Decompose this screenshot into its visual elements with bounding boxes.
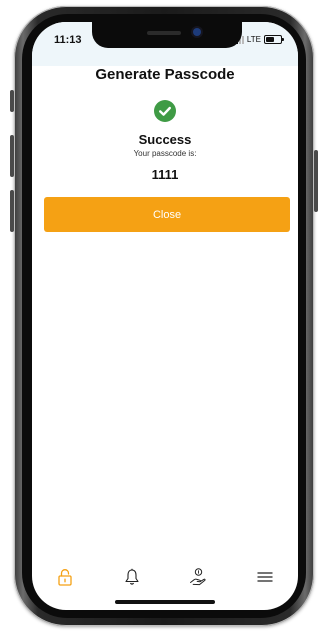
home-indicator[interactable] xyxy=(115,600,215,604)
tab-lock[interactable] xyxy=(50,564,80,590)
front-camera xyxy=(193,28,201,36)
page-title: Generate Passcode xyxy=(95,66,235,83)
status-time: 11:13 xyxy=(54,34,82,46)
passcode-label: Your passcode is: xyxy=(133,149,197,158)
mute-switch xyxy=(10,90,14,112)
battery-icon xyxy=(264,35,284,44)
notch xyxy=(92,22,242,48)
menu-icon xyxy=(257,572,273,582)
battery-level xyxy=(266,37,274,42)
tab-payments[interactable] xyxy=(183,564,213,590)
passcode-value: 1111 xyxy=(151,167,179,182)
lock-icon xyxy=(58,569,72,586)
hand-coin-icon xyxy=(190,568,206,586)
speaker-grille xyxy=(147,31,181,35)
device-mockup: 11:13 LTE Generate Passcode Success Your… xyxy=(0,0,328,631)
tab-notifications[interactable] xyxy=(117,564,147,590)
network-type: LTE xyxy=(246,35,261,44)
check-circle-icon xyxy=(154,100,176,122)
power-button xyxy=(314,150,318,212)
bell-icon xyxy=(125,568,139,585)
volume-up-button xyxy=(10,135,14,177)
volume-down-button xyxy=(10,190,14,232)
success-heading: Success xyxy=(138,132,192,147)
phone-screen: 11:13 LTE Generate Passcode Success Your… xyxy=(32,22,298,610)
close-button[interactable]: Close xyxy=(44,197,290,232)
tab-menu[interactable] xyxy=(250,564,280,590)
